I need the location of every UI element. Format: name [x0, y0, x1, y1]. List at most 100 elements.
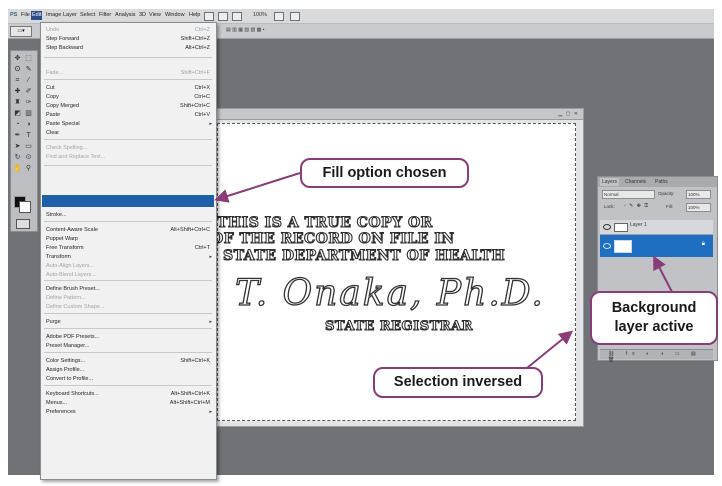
menu-item[interactable]: Convert to Profile...: [46, 375, 93, 383]
3d-rotate-icon[interactable]: ↻: [13, 154, 22, 162]
menu-item[interactable]: Cut: [46, 84, 55, 92]
menu-item[interactable]: Transform: [46, 253, 71, 261]
menu-item[interactable]: Auto-Blend Layers...: [46, 271, 96, 279]
type-tool-icon[interactable]: T: [24, 132, 33, 140]
lock-icons[interactable]: ▫ ✎ ✥ ⚿: [624, 202, 649, 211]
menu-item[interactable]: Preset Manager...: [46, 342, 89, 350]
move-tool-icon[interactable]: ✥: [13, 55, 22, 63]
callout-background-layer: Background layer active: [590, 291, 718, 345]
menu-window[interactable]: Window: [165, 12, 185, 18]
menu-item[interactable]: Keyboard Shortcuts...: [46, 390, 99, 398]
quick-mask-icon[interactable]: [16, 219, 30, 229]
path-select-icon[interactable]: ➤: [13, 143, 22, 151]
eyedropper-icon[interactable]: ⁄: [24, 77, 33, 85]
zoom-tool-icon[interactable]: ⚲: [24, 165, 33, 173]
bridge-icon[interactable]: [204, 12, 214, 21]
menu-shortcut: Alt+Shift+Ctrl+M: [169, 400, 210, 406]
menu-item[interactable]: Step Forward: [46, 35, 79, 43]
menu-item[interactable]: Define Pattern...: [46, 294, 86, 302]
screen-mode-icon[interactable]: [290, 12, 300, 21]
hand-tool-icon[interactable]: ✋: [13, 165, 22, 173]
menu-image[interactable]: Image: [46, 12, 61, 18]
clone-stamp-icon[interactable]: ♜: [13, 99, 22, 107]
callout-selection-inversed: Selection inversed: [373, 367, 543, 398]
zoom-level[interactable]: 100%: [253, 12, 267, 18]
menu-item[interactable]: Puppet Warp: [46, 235, 78, 243]
menu-item[interactable]: Auto-Align Layers...: [46, 262, 94, 270]
eye-icon[interactable]: [603, 224, 611, 230]
tool-preset-picker[interactable]: ▭▾: [10, 26, 32, 37]
menu-select[interactable]: Select: [80, 12, 95, 18]
menu-item[interactable]: Paste: [46, 111, 60, 119]
menu-help[interactable]: Help: [189, 12, 200, 18]
background-layer-row[interactable]: 🔒︎: [600, 235, 713, 257]
menu-item[interactable]: Check Spelling...: [46, 144, 87, 152]
menu-view[interactable]: View: [149, 12, 161, 18]
blend-mode-select[interactable]: Normal: [602, 190, 655, 199]
tab-paths[interactable]: Paths: [653, 178, 670, 186]
menu-item[interactable]: Purge: [46, 318, 61, 326]
layers-footer-icons[interactable]: ⛓ fx ◐ ◑ ▭ ▤ 🗑︎: [600, 349, 713, 363]
marquee-tool-icon[interactable]: ⬚: [24, 55, 33, 63]
eraser-icon[interactable]: ◩: [13, 110, 22, 118]
menu-item[interactable]: Define Custom Shape...: [46, 303, 104, 311]
menu-item[interactable]: Copy: [46, 93, 59, 101]
window-controls[interactable]: ▁ ▢ ✕: [558, 111, 579, 117]
layer-thumbnail: [614, 223, 628, 232]
menu-item[interactable]: Assign Profile...: [46, 366, 84, 374]
photoshop-window: PS File Edit Image Layer Select Filter A…: [0, 0, 722, 486]
arrange-documents-icon[interactable]: [274, 12, 284, 21]
align-distribute-icons[interactable]: ▤ ▥ ▦ ▧ ▨ ▩ ▪: [226, 27, 264, 33]
menu-item[interactable]: Content-Aware Scale: [46, 226, 98, 234]
opacity-field[interactable]: 100%: [686, 190, 711, 199]
history-brush-icon[interactable]: ✑: [24, 99, 33, 107]
tab-channels[interactable]: Channels: [623, 178, 648, 186]
menu-item[interactable]: Stroke...: [46, 211, 66, 219]
footer-icons[interactable]: ⛓ fx ◐ ◑ ▭ ▤ 🗑︎: [608, 351, 713, 363]
lock-icon: 🔒︎: [701, 241, 705, 247]
menu-edit[interactable]: Edit: [31, 11, 43, 20]
menu-item[interactable]: Menus...: [46, 399, 67, 407]
edit-menu: Undo Ctrl+Z Step Forward Shift+Ctrl+Z Step B…: [40, 22, 217, 480]
crop-tool-icon[interactable]: ⌗: [13, 77, 22, 85]
menu-shortcut: Ctrl+X: [194, 85, 210, 91]
menu-item-fill-highlighted[interactable]: [42, 195, 214, 207]
menu-item[interactable]: Preferences: [46, 408, 76, 416]
menu-filter[interactable]: Filter: [99, 12, 111, 18]
menu-separator: [44, 313, 212, 314]
menu-layer[interactable]: Layer: [63, 12, 77, 18]
3d-orbit-icon[interactable]: ⊙: [24, 154, 33, 162]
menu-3d[interactable]: 3D: [139, 12, 146, 18]
dodge-tool-icon[interactable]: ◑: [24, 121, 33, 129]
brush-tool-icon[interactable]: ✐: [24, 88, 33, 96]
menu-item[interactable]: Color Settings...: [46, 357, 85, 365]
menu-item[interactable]: Paste Special: [46, 120, 80, 128]
menu-item[interactable]: Define Brush Preset...: [46, 285, 100, 293]
menu-item[interactable]: Step Backward: [46, 44, 83, 52]
pen-tool-icon[interactable]: ✒: [13, 132, 22, 140]
quick-select-icon[interactable]: ✎: [24, 66, 33, 74]
menu-item[interactable]: Clear: [46, 129, 59, 137]
menu-item[interactable]: Adobe PDF Presets...: [46, 333, 99, 341]
menu-item[interactable]: Copy Merged: [46, 102, 79, 110]
lasso-tool-icon[interactable]: ʘ: [13, 66, 22, 74]
minibridge-icon[interactable]: [218, 12, 228, 21]
menu-file[interactable]: File: [21, 12, 30, 18]
menu-item[interactable]: Undo: [46, 26, 59, 34]
menu-item[interactable]: Find and Replace Text...: [46, 153, 105, 161]
gradient-icon[interactable]: ▥: [24, 110, 33, 118]
extras-icon[interactable]: [232, 12, 242, 21]
blur-tool-icon[interactable]: ◔: [13, 121, 22, 129]
eye-icon[interactable]: [603, 243, 611, 249]
menu-analysis[interactable]: Analysis: [115, 12, 135, 18]
fill-field[interactable]: 100%: [686, 203, 711, 212]
menu-item[interactable]: Free Transform: [46, 244, 84, 252]
menu-shortcut: Alt+Shift+Ctrl+K: [170, 391, 210, 397]
healing-brush-icon[interactable]: ✚: [13, 88, 22, 96]
background-color-swatch[interactable]: [19, 201, 31, 213]
tab-layers[interactable]: Layers: [600, 178, 620, 186]
layer-row[interactable]: Layer 1: [600, 220, 713, 235]
shape-tool-icon[interactable]: ▭: [24, 143, 33, 151]
submenu-arrow-icon: ▸: [209, 254, 212, 260]
menu-item[interactable]: Fade...: [46, 69, 63, 77]
